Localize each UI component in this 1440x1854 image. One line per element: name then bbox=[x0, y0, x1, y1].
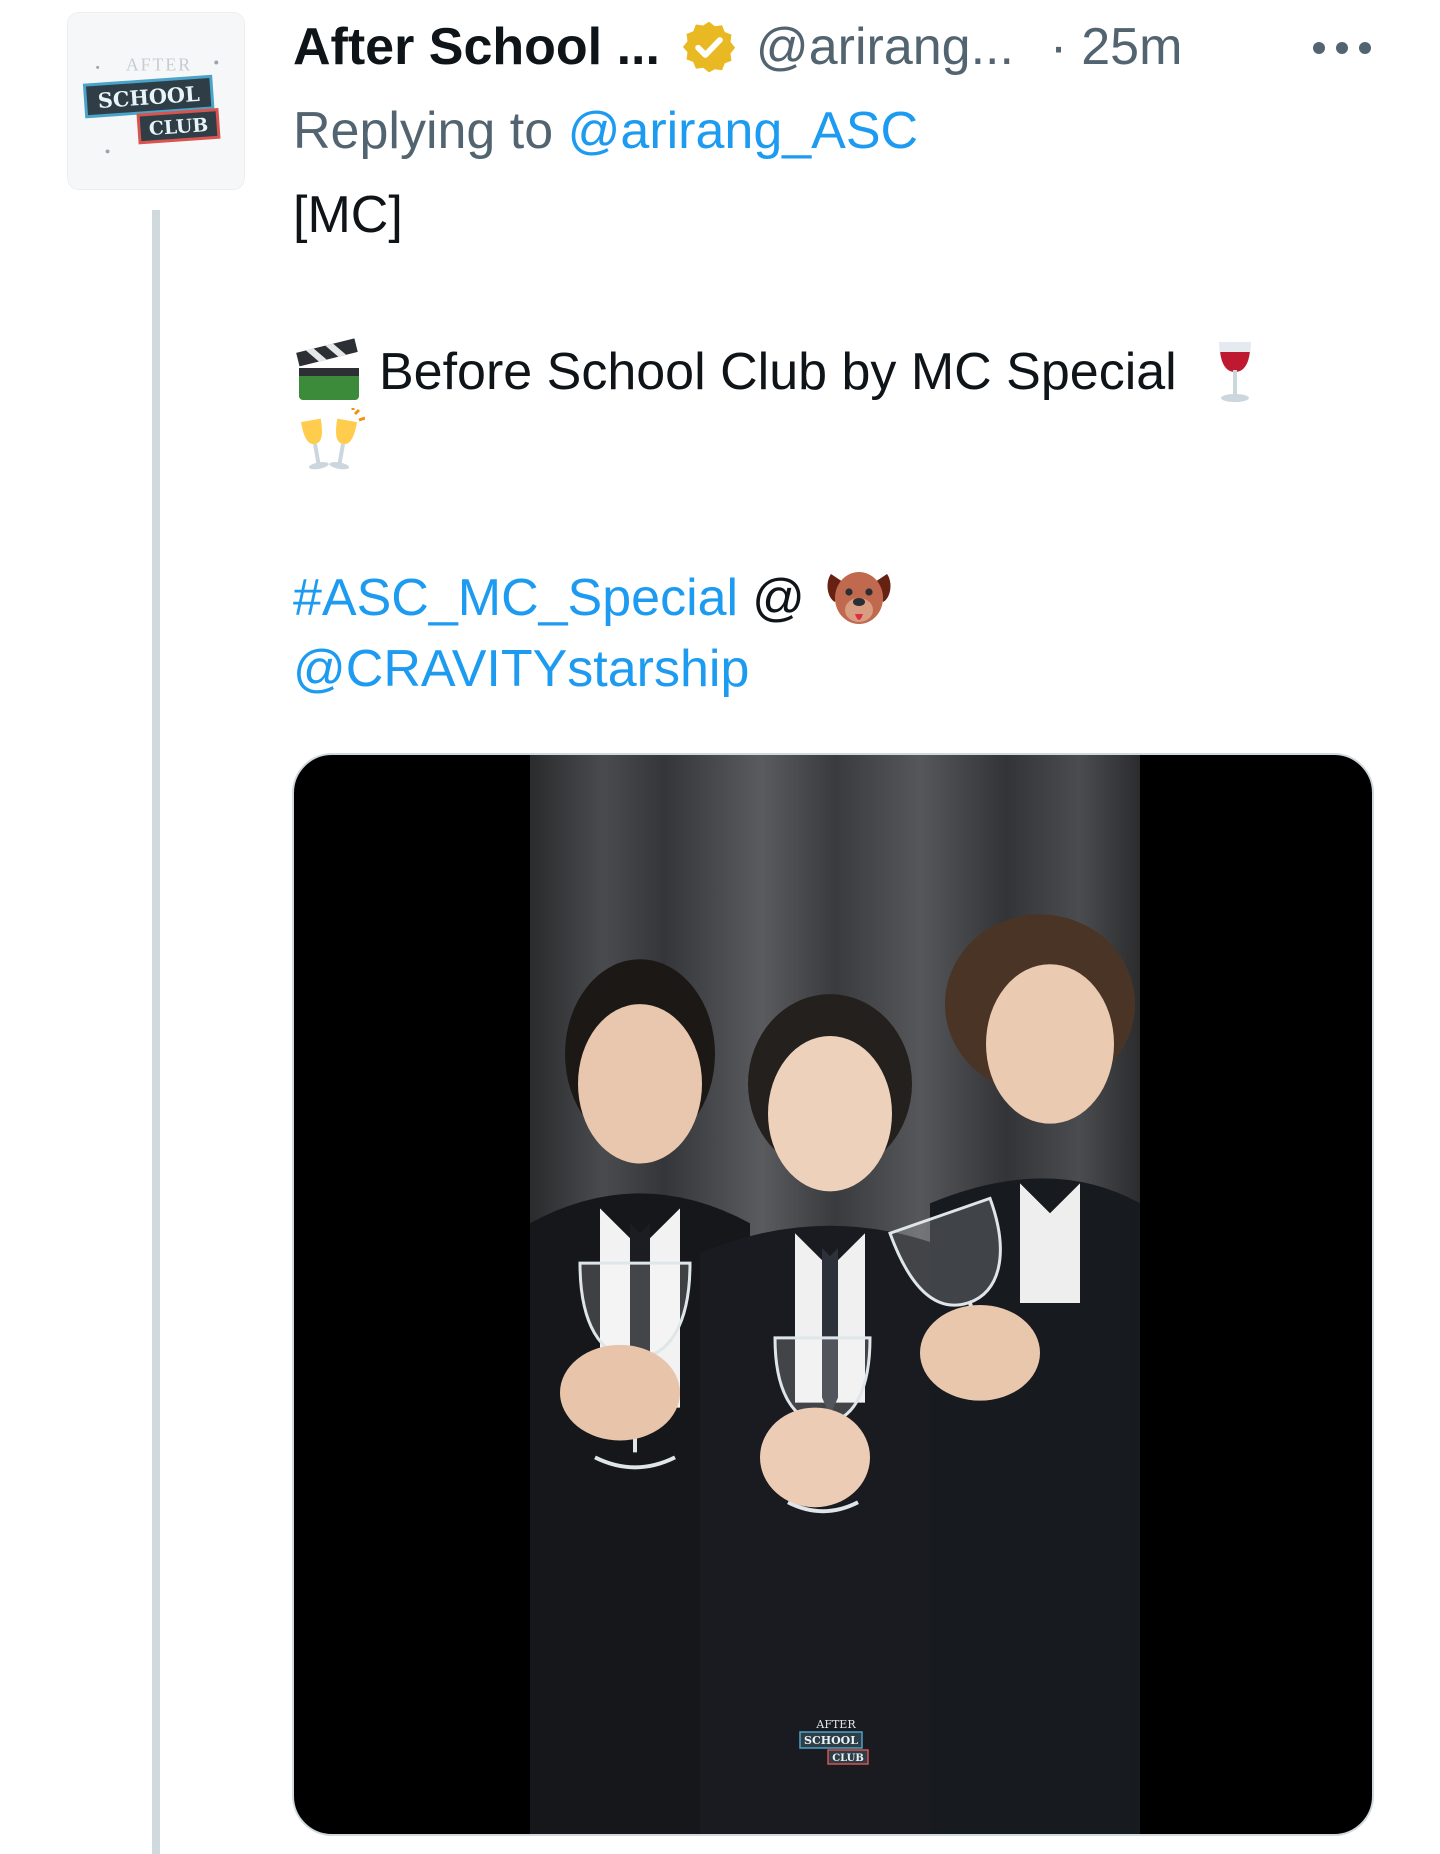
replying-to: Replying to @arirang_ASC bbox=[293, 98, 918, 164]
tweet-title-text: Before School Club by MC Special bbox=[379, 343, 1177, 401]
replying-prefix: Replying to bbox=[293, 102, 554, 160]
more-horizontal-icon[interactable] bbox=[1313, 30, 1371, 66]
tweet-text-line-2: Before School Club by MC Special bbox=[293, 336, 1271, 408]
dog-face-icon bbox=[823, 562, 895, 634]
tweet-text-line-1: [MC] bbox=[293, 182, 403, 248]
replying-to-link[interactable]: @arirang_ASC bbox=[568, 102, 919, 160]
wine-glass-icon bbox=[1199, 336, 1271, 408]
separator-dot: · bbox=[1049, 18, 1068, 76]
tweet-header: After School ... @arirang... · 25m bbox=[293, 14, 1393, 80]
video-thumbnail-icon bbox=[530, 755, 1140, 1834]
avatar[interactable]: AFTER SCHOOL CLUB bbox=[67, 12, 245, 190]
tweet-tag-text: [MC] bbox=[293, 186, 403, 244]
video-media-card[interactable]: AFTER SCHOOL CLUB bbox=[292, 753, 1374, 1836]
hashtag-link[interactable]: #ASC_MC_Special bbox=[293, 565, 738, 631]
more-dot bbox=[1313, 42, 1325, 54]
svg-text:CLUB: CLUB bbox=[148, 114, 209, 140]
svg-text:AFTER: AFTER bbox=[815, 1718, 856, 1731]
timestamp[interactable]: 25m bbox=[1081, 14, 1182, 80]
clapper-board-icon bbox=[293, 336, 365, 408]
tweet-text-line-5: @CRAVITYstarship bbox=[293, 636, 749, 702]
after-school-club-watermark-icon: AFTER SCHOOL CLUB bbox=[794, 1715, 876, 1769]
thread-connector-line bbox=[152, 210, 160, 1854]
after-school-club-logo-icon: AFTER SCHOOL CLUB bbox=[68, 13, 244, 189]
user-handle[interactable]: @arirang... bbox=[756, 14, 1014, 80]
mention-link[interactable]: @CRAVITYstarship bbox=[293, 636, 749, 702]
svg-text:AFTER: AFTER bbox=[126, 54, 192, 74]
clinking-glasses-icon bbox=[293, 408, 365, 480]
more-dot bbox=[1336, 42, 1348, 54]
more-dot bbox=[1359, 42, 1371, 54]
svg-text:CLUB: CLUB bbox=[832, 1753, 864, 1764]
at-symbol: @ bbox=[752, 569, 805, 627]
svg-text:SCHOOL: SCHOOL bbox=[804, 1734, 858, 1747]
video-thumbnail bbox=[530, 755, 1140, 1834]
display-name[interactable]: After School ... bbox=[293, 14, 660, 80]
verified-badge-icon bbox=[680, 18, 738, 76]
tweet-text-line-4: #ASC_MC_Special @ bbox=[293, 562, 895, 634]
tweet-text-line-3 bbox=[293, 408, 365, 480]
